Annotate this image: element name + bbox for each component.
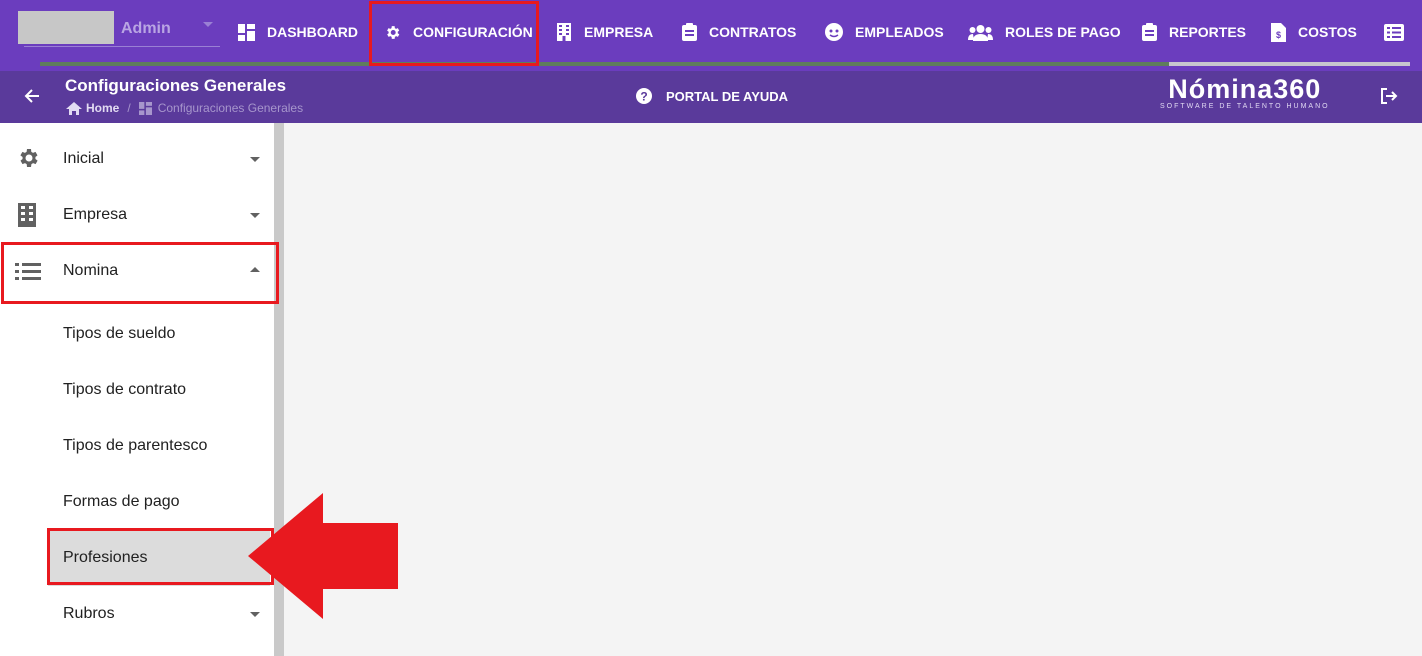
sidebar-item-label: Empresa <box>63 206 128 223</box>
loading-bar-indicator <box>1169 62 1410 66</box>
face-icon <box>825 23 843 41</box>
highlight-configuracion <box>369 1 539 66</box>
nav-dashboard-label: DASHBOARD <box>267 24 358 40</box>
home-icon <box>66 101 82 115</box>
dashboard-icon <box>238 23 255 41</box>
brand-logo: Nómina360 SOFTWARE DE TALENTO HUMANO <box>1160 75 1330 110</box>
brand-name: Nómina360 <box>1168 74 1322 104</box>
sidebar-subitem-label: Tipos de sueldo <box>63 325 176 342</box>
sidebar-item-empresa[interactable]: Empresa <box>0 187 274 243</box>
sidebar-item-inicial[interactable]: Inicial <box>0 131 274 187</box>
nav-roles-de-pago[interactable]: ROLES DE PAGO <box>968 0 1121 64</box>
nav-roles-de-pago-label: ROLES DE PAGO <box>1005 24 1121 40</box>
brand-tagline: SOFTWARE DE TALENTO HUMANO <box>1160 103 1330 110</box>
sidebar-item-label: Inicial <box>63 150 104 167</box>
svg-text:$: $ <box>1276 30 1281 40</box>
people-icon <box>968 24 993 41</box>
user-select-underline <box>24 46 220 47</box>
sidebar-subitem-label: Tipos de parentesco <box>63 437 208 454</box>
nav-contratos[interactable]: CONTRATOS <box>682 0 796 64</box>
page-header: Configuraciones Generales Home / Configu… <box>0 71 1422 123</box>
nav-empresa-label: EMPRESA <box>584 24 654 40</box>
highlight-nomina <box>1 242 279 304</box>
user-name[interactable]: Admin <box>121 20 171 38</box>
sidebar-subitem-tipos-de-sueldo[interactable]: Tipos de sueldo <box>48 306 270 362</box>
chevron-down-icon[interactable] <box>203 22 213 27</box>
building-icon <box>557 23 571 41</box>
back-arrow-icon[interactable] <box>24 88 40 104</box>
nav-contratos-label: CONTRATOS <box>709 24 797 40</box>
pointer-arrow-icon <box>248 493 398 619</box>
breadcrumb-separator: / <box>127 101 131 115</box>
nav-costos-label: COSTOS <box>1298 24 1357 40</box>
clipboard-icon <box>1142 23 1157 41</box>
highlight-profesiones <box>47 528 274 585</box>
chevron-down-icon <box>250 213 260 218</box>
help-portal-link[interactable]: ? PORTAL DE AYUDA <box>636 88 788 104</box>
breadcrumb-current: Configuraciones Generales <box>157 101 304 115</box>
nav-empresa[interactable]: EMPRESA <box>556 0 653 64</box>
breadcrumb-home[interactable]: Home <box>86 101 119 115</box>
breadcrumb: Home / Configuraciones Generales <box>66 101 303 115</box>
nav-reportes[interactable]: REPORTES <box>1142 0 1246 64</box>
gear-icon <box>20 149 38 167</box>
sidebar-subitem-label: Formas de pago <box>63 493 180 510</box>
nav-empleados-label: EMPLEADOS <box>855 24 944 40</box>
logout-icon[interactable] <box>1380 87 1398 105</box>
sidebar-subitem-label: Tipos de contrato <box>63 381 187 398</box>
dashboard-icon <box>138 101 152 115</box>
clipboard-icon <box>682 23 697 41</box>
invoice-icon: $ <box>1271 22 1286 42</box>
nav-costos[interactable]: $ COSTOS <box>1271 0 1357 64</box>
sidebar-subitem-rubros[interactable]: Rubros <box>48 586 270 642</box>
user-avatar[interactable] <box>18 11 114 44</box>
nav-reportes-label: REPORTES <box>1169 24 1247 40</box>
nav-more[interactable] <box>1384 0 1416 64</box>
nav-dashboard[interactable]: DASHBOARD <box>238 0 358 64</box>
help-portal-label: PORTAL DE AYUDA <box>666 88 789 104</box>
svg-text:?: ? <box>640 90 647 104</box>
help-icon: ? <box>636 88 652 104</box>
sidebar-subitem-tipos-de-contrato[interactable]: Tipos de contrato <box>48 362 270 418</box>
sidebar-subitem-tipos-de-parentesco[interactable]: Tipos de parentesco <box>48 418 270 474</box>
top-navbar: Admin DASHBOARD CONFIGURACIÓN EMPRESA CO… <box>0 0 1422 71</box>
building-icon <box>18 203 36 227</box>
page-title: Configuraciones Generales <box>65 76 287 95</box>
list-icon <box>1384 23 1404 41</box>
nav-empleados[interactable]: EMPLEADOS <box>825 0 944 64</box>
chevron-down-icon <box>250 157 260 162</box>
sidebar-subitem-label: Rubros <box>63 605 115 622</box>
sidebar-subitem-formas-de-pago[interactable]: Formas de pago <box>48 474 270 530</box>
